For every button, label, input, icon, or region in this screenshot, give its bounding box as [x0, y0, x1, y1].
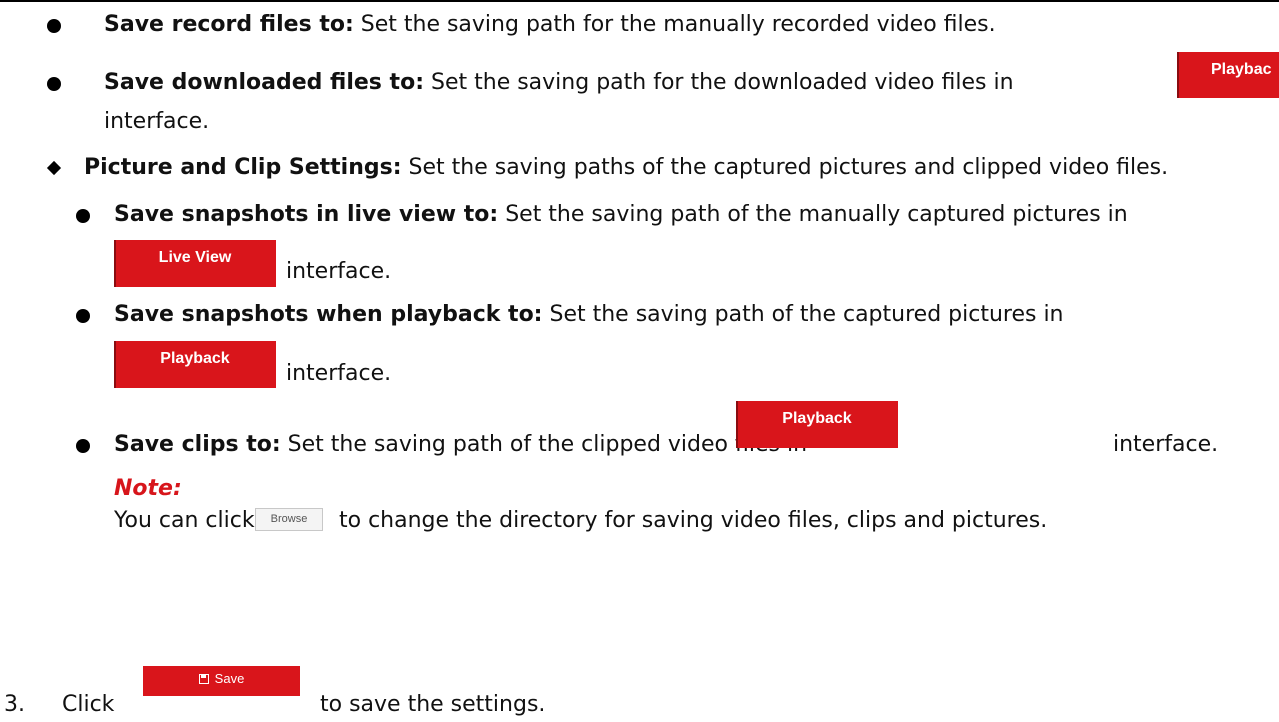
note-before: You can click: [114, 508, 255, 533]
item-picture-clip: Picture and Clip Settings: Set the savin…: [84, 153, 1168, 183]
item-record: Save record files to: Set the saving pat…: [104, 10, 996, 40]
live-view-button[interactable]: Live View: [114, 240, 276, 287]
item-text: Set the saving path of the captured pict…: [549, 302, 1064, 327]
bullet-icon: [47, 77, 61, 91]
item-tail: interface.: [1113, 432, 1219, 457]
item-label: Save snapshots in live view to:: [114, 202, 499, 227]
step-text: Click: [62, 692, 115, 717]
save-button[interactable]: Save: [143, 666, 300, 696]
item-tail: interface.: [104, 109, 210, 134]
note-title: Note:: [114, 476, 182, 501]
diamond-bullet-icon: [46, 160, 62, 176]
browse-button[interactable]: Browse: [255, 508, 323, 531]
item-text: Set the saving path for the manually rec…: [360, 12, 996, 37]
item-tail: interface.: [286, 361, 392, 386]
step-number: 3.: [4, 692, 25, 717]
item-text: Set the saving path of the manually capt…: [505, 202, 1128, 227]
item-clips: Save clips to: Set the saving path of th…: [114, 430, 807, 460]
item-text: Set the saving path of the clipped video…: [287, 432, 808, 457]
top-rule: [0, 0, 1279, 2]
playback-button[interactable]: Playback: [114, 341, 276, 388]
item-live-snap: Save snapshots in live view to: Set the …: [114, 200, 1128, 230]
item-label: Save record files to:: [104, 12, 354, 37]
floppy-icon: [198, 674, 209, 684]
item-label: Picture and Clip Settings:: [84, 155, 402, 180]
bullet-icon: [76, 209, 90, 223]
playback-button[interactable]: Playbac: [1177, 52, 1279, 98]
bullet-icon: [76, 439, 90, 453]
note-after: to change the directory for saving video…: [339, 508, 1048, 533]
note-text: You can click: [114, 506, 255, 536]
bullet-icon: [76, 309, 90, 323]
bullet-icon: [47, 19, 61, 33]
playback-button[interactable]: Playback: [736, 401, 898, 448]
step-after: to save the settings.: [320, 692, 546, 717]
item-label: Save downloaded files to:: [104, 70, 424, 95]
item-text: Set the saving path for the downloaded v…: [431, 70, 1014, 95]
item-playback-snap: Save snapshots when playback to: Set the…: [114, 300, 1064, 330]
item-tail: interface.: [286, 259, 392, 284]
item-label: Save clips to:: [114, 432, 281, 457]
item-downloaded: Save downloaded files to: Set the saving…: [104, 68, 1014, 98]
item-text: Set the saving paths of the captured pic…: [408, 155, 1169, 180]
item-label: Save snapshots when playback to:: [114, 302, 543, 327]
